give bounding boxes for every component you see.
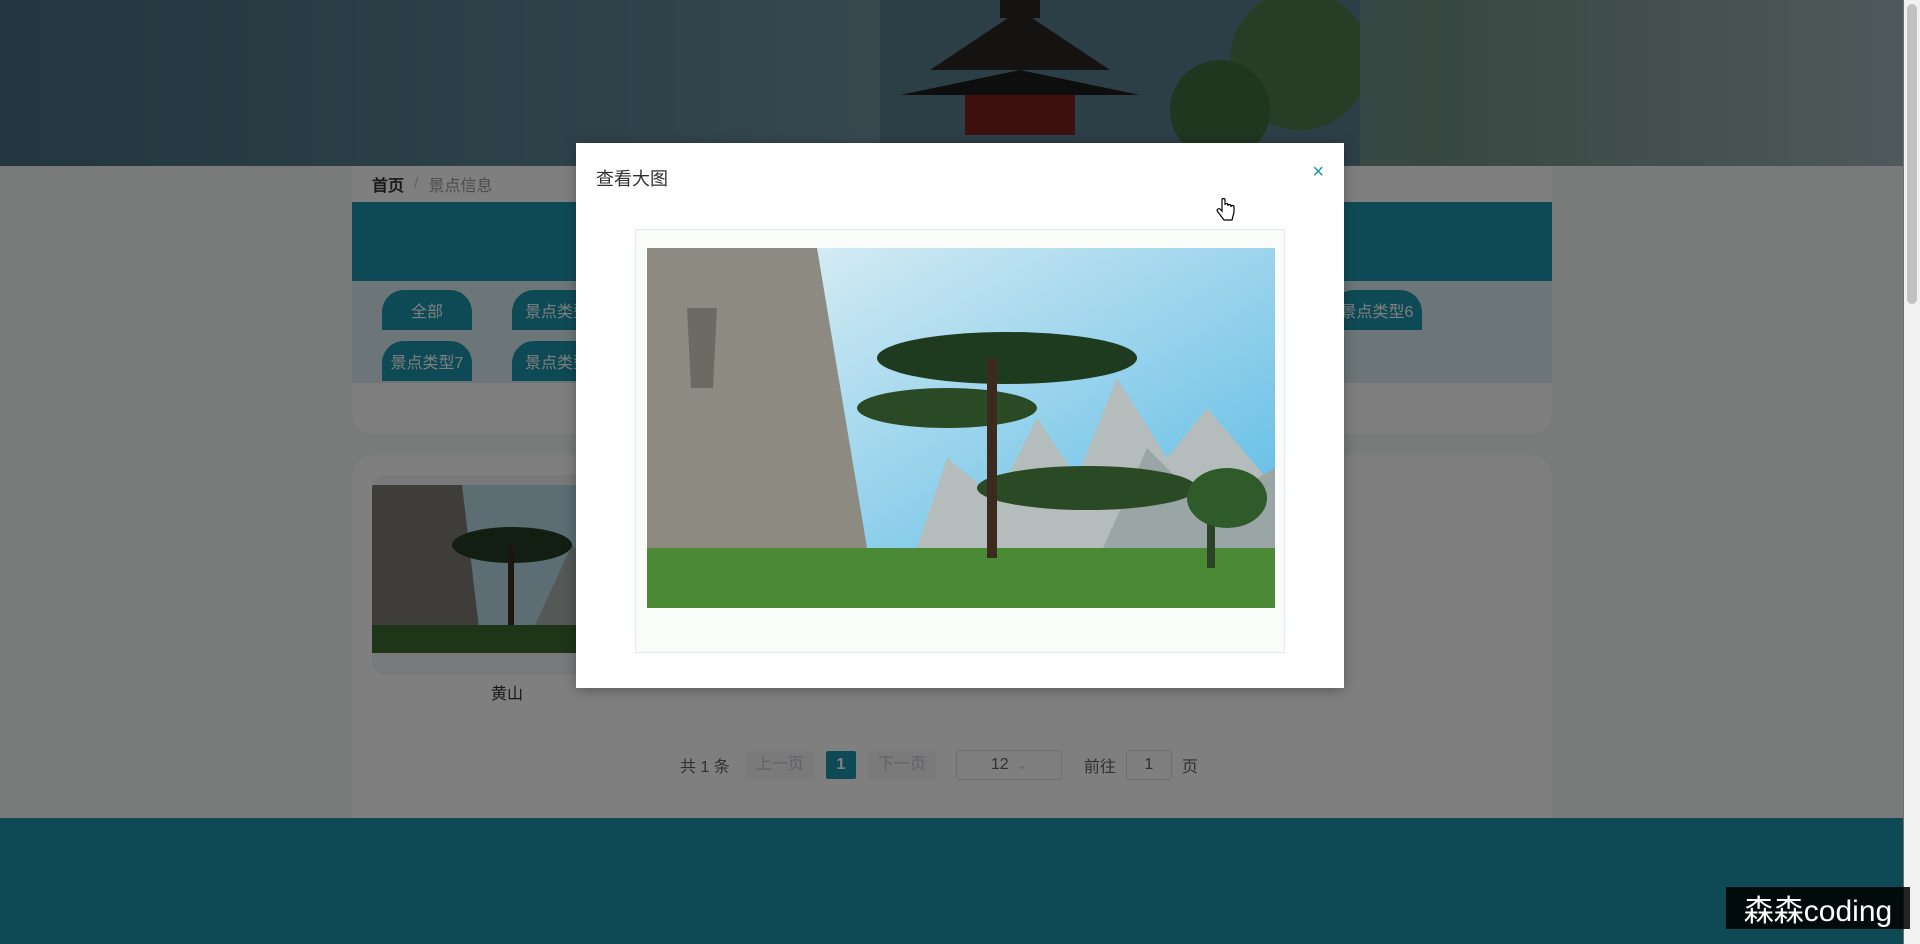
mouse-pointer-icon xyxy=(1216,198,1235,221)
scrollbar[interactable] xyxy=(1903,0,1920,944)
dialog-title: 查看大图 xyxy=(596,169,668,189)
image-preview-dialog: 查看大图 × xyxy=(576,143,1344,688)
preview-frame xyxy=(635,229,1285,653)
watermark: 森森coding xyxy=(1726,887,1910,929)
preview-image xyxy=(647,248,1275,608)
scrollbar-thumb[interactable] xyxy=(1907,4,1917,304)
close-icon[interactable]: × xyxy=(1312,161,1324,184)
